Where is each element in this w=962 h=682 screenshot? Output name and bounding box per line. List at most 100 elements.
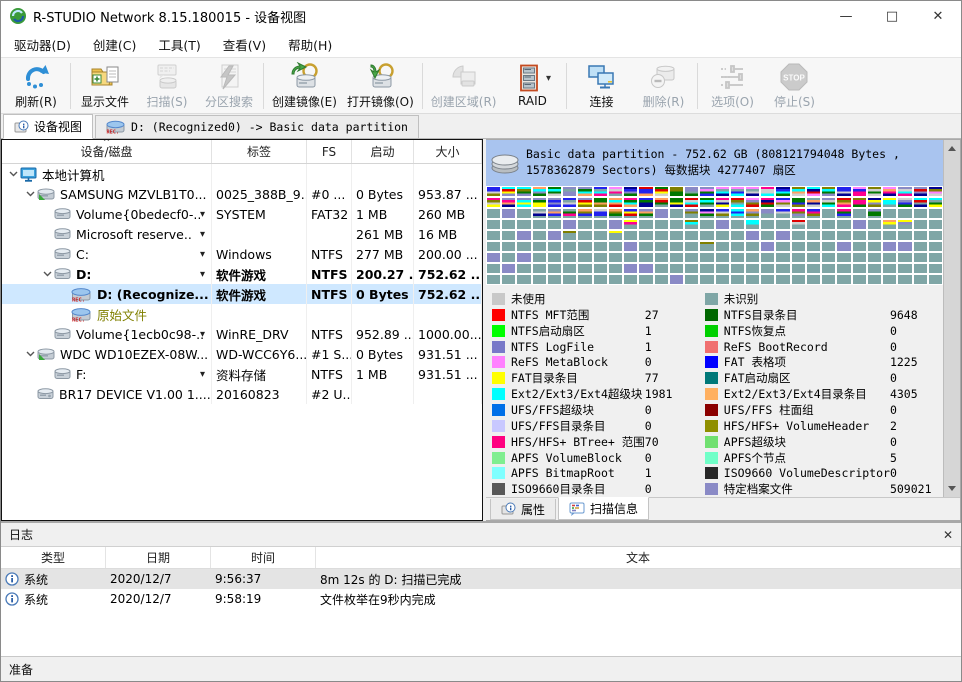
- scan-block: [487, 275, 500, 284]
- legend-color-chip: [705, 388, 718, 400]
- scan-block: [670, 198, 683, 207]
- panel-tab-scan-info[interactable]: 扫描信息: [558, 497, 649, 520]
- scan-block: [594, 275, 607, 284]
- menu-item-2[interactable]: 工具(T): [147, 31, 211, 58]
- scan-block: [746, 275, 759, 284]
- tab-device-view[interactable]: 设备视图: [3, 114, 93, 139]
- scan-block: [807, 275, 820, 284]
- toolbar-button-open-image[interactable]: 打开镜像(O): [342, 60, 419, 112]
- toolbar-button-create-image[interactable]: 创建镜像(E): [267, 60, 342, 112]
- scroll-down-icon[interactable]: [948, 486, 956, 491]
- maximize-button[interactable]: □: [869, 1, 915, 31]
- menu-item-0[interactable]: 驱动器(D): [3, 31, 82, 58]
- scan-block-map[interactable]: [486, 186, 943, 285]
- row-dropdown-icon[interactable]: ▾: [200, 269, 205, 280]
- dropdown-caret-icon[interactable]: ▾: [546, 73, 551, 84]
- legend-color-chip: [492, 325, 505, 337]
- legend-label: ReFS BootRecord: [724, 340, 890, 354]
- legend-label: FAT目录条目: [511, 370, 645, 386]
- log-column-header-3[interactable]: 文本: [316, 547, 961, 568]
- scan-block: [700, 231, 713, 240]
- tree-row-9[interactable]: WDC WD10EZEX-08W...WD-WCC6Y6...#1 S...0 …: [2, 344, 482, 364]
- expander-icon[interactable]: [6, 171, 20, 177]
- tree-cell-fs: [307, 224, 352, 244]
- row-dropdown-icon[interactable]: ▾: [200, 329, 205, 340]
- scan-block: [776, 187, 789, 196]
- scan-block: [853, 198, 866, 207]
- tree-row-4[interactable]: C:▾WindowsNTFS277 MB200.00 ...: [2, 244, 482, 264]
- row-dropdown-icon[interactable]: ▾: [200, 209, 205, 220]
- log-row-1[interactable]: 系统2020/12/79:58:19文件枚举在9秒内完成: [1, 589, 961, 609]
- tree-cell-size: 260 MB: [414, 204, 482, 224]
- toolbar-button-refresh[interactable]: 刷新(R): [5, 60, 67, 112]
- legend-label: APFS VolumeBlock: [511, 451, 645, 465]
- tree-row-8[interactable]: Volume{1ecb0c98-..▾WinRE_DRVNTFS952.89 .…: [2, 324, 482, 344]
- tree-row-5[interactable]: D:▾软件游戏NTFS200.27 ...752.62 ...: [2, 264, 482, 284]
- tree-cell-fs: NTFS: [307, 324, 352, 344]
- toolbar-button-connect[interactable]: 连接: [570, 60, 632, 112]
- scan-block: [929, 187, 942, 196]
- device-view-tab-icon: [14, 120, 29, 134]
- scan-block: [685, 253, 698, 262]
- legend-value: 0: [645, 482, 701, 496]
- panel-tab-properties[interactable]: 属性: [490, 499, 556, 520]
- scan-block: [776, 253, 789, 262]
- scan-block: [517, 187, 530, 196]
- main-area: ^设备/磁盘标签FS启动大小 本地计算机SAMSUNG MZVLB1T0...0…: [1, 139, 961, 521]
- tree-cell-fs: NTFS: [307, 364, 352, 384]
- tree-cell-label: 0025_388B_9...: [212, 184, 307, 204]
- device-view-tab-label: 设备视图: [34, 118, 82, 135]
- menu-item-1[interactable]: 创建(C): [82, 31, 147, 58]
- scan-block: [685, 264, 698, 273]
- row-dropdown-icon[interactable]: ▾: [200, 229, 205, 240]
- tree-cell-boot: 0 Bytes: [352, 284, 414, 304]
- tree-row-2[interactable]: Volume{0bedecf0-..▾SYSTEMFAT321 MB260 MB: [2, 204, 482, 224]
- log-panel: 日志 ✕ 类型日期时间文本 系统2020/12/79:56:378m 12s 的…: [1, 521, 961, 656]
- expander-icon[interactable]: [23, 191, 37, 197]
- scroll-up-icon[interactable]: [948, 146, 956, 151]
- tree-row-3[interactable]: Microsoft reserve..▾261 MB16 MB: [2, 224, 482, 244]
- legend-label: APFS BitmapRoot: [511, 466, 645, 480]
- scan-block: [502, 275, 515, 284]
- toolbar-button-raid[interactable]: ▾RAID: [501, 60, 563, 112]
- tree-column-header-4[interactable]: 大小: [414, 140, 482, 163]
- legend-value: 1225: [890, 355, 943, 369]
- scan-block: [746, 264, 759, 273]
- log-column-header-0[interactable]: 类型: [1, 547, 106, 568]
- log-column-header-1[interactable]: 日期: [106, 547, 211, 568]
- scan-block: [716, 231, 729, 240]
- right-panel-scrollbar[interactable]: [943, 140, 960, 497]
- tree-row-0[interactable]: 本地计算机: [2, 164, 482, 184]
- tree-column-header-1[interactable]: 标签: [212, 140, 307, 163]
- log-column-header-2[interactable]: 时间: [211, 547, 316, 568]
- tree-row-7[interactable]: REC.原始文件: [2, 304, 482, 324]
- tree-row-10[interactable]: F:▾资料存储NTFS1 MB931.51 ...: [2, 364, 482, 384]
- tree-row-1[interactable]: SAMSUNG MZVLB1T0...0025_388B_9...#0 ...0…: [2, 184, 482, 204]
- scan-block: [700, 242, 713, 251]
- scan-block: [837, 242, 850, 251]
- legend-color-chip: [492, 388, 505, 400]
- menu-item-4[interactable]: 帮助(H): [277, 31, 343, 58]
- raid-icon: [514, 63, 544, 93]
- expander-icon[interactable]: [23, 351, 37, 357]
- row-dropdown-icon[interactable]: ▾: [200, 249, 205, 260]
- tree-column-header-0[interactable]: ^设备/磁盘: [2, 140, 212, 163]
- expander-icon[interactable]: [40, 271, 54, 277]
- legend-item: Ext2/Ext3/Ext4目录条目4305: [705, 386, 943, 402]
- tree-column-header-2[interactable]: FS: [307, 140, 352, 163]
- toolbar-button-show-files[interactable]: 显示文件: [74, 60, 136, 112]
- minimize-button[interactable]: —: [823, 1, 869, 31]
- log-close-icon[interactable]: ✕: [943, 528, 953, 542]
- close-button[interactable]: ✕: [915, 1, 961, 31]
- tree-cell-fs: [307, 304, 352, 324]
- tree-row-6[interactable]: REC.D: (Recognize...软件游戏NTFS0 Bytes752.6…: [2, 284, 482, 304]
- legend-value: 0: [890, 403, 943, 417]
- menu-item-3[interactable]: 查看(V): [212, 31, 277, 58]
- tab-partition-view[interactable]: REC. D: (Recognized0) -> Basic data part…: [95, 115, 419, 138]
- scan-block: [792, 187, 805, 196]
- scan-block: [898, 209, 911, 218]
- log-row-0[interactable]: 系统2020/12/79:56:378m 12s 的 D: 扫描已完成: [1, 569, 961, 589]
- row-dropdown-icon[interactable]: ▾: [200, 369, 205, 380]
- tree-row-11[interactable]: BR17 DEVICE V1.00 1....20160823#2 U...: [2, 384, 482, 404]
- tree-column-header-3[interactable]: 启动: [352, 140, 414, 163]
